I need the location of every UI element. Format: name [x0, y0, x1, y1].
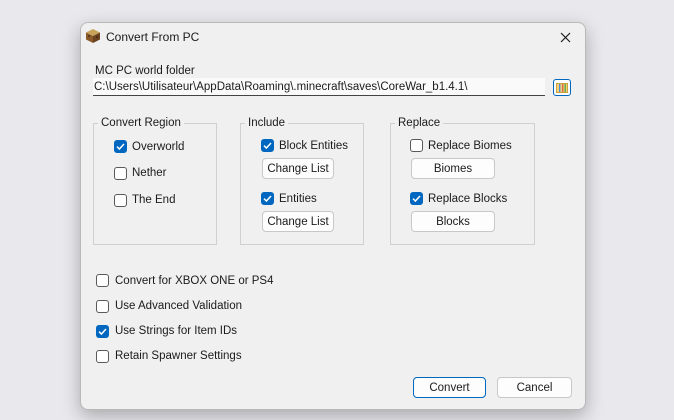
replace-blocks-checkbox[interactable]	[410, 192, 423, 205]
browse-folder-button[interactable]	[553, 79, 571, 96]
the-end-checkbox[interactable]	[114, 194, 127, 207]
world-folder-input[interactable]	[93, 78, 545, 96]
world-folder-label: MC PC world folder	[95, 65, 195, 77]
entities-checkbox[interactable]	[261, 192, 274, 205]
the-end-label: The End	[132, 194, 176, 206]
retain-spawner-label: Retain Spawner Settings	[115, 350, 242, 362]
convert-button[interactable]: Convert	[413, 377, 486, 398]
close-icon	[560, 32, 570, 42]
convert-dialog: Convert From PC MC PC world folder Conve…	[80, 22, 586, 410]
strings-item-ids-checkbox[interactable]	[96, 325, 109, 338]
entities-label: Entities	[279, 193, 317, 205]
window-title: Convert From PC	[106, 30, 200, 44]
close-button[interactable]	[551, 26, 579, 48]
overworld-checkbox[interactable]	[114, 140, 127, 153]
advanced-validation-label: Use Advanced Validation	[115, 300, 243, 312]
replace-blocks-label: Replace Blocks	[428, 193, 508, 205]
blocks-button[interactable]: Blocks	[411, 211, 495, 232]
convert-console-label: Convert for XBOX ONE or PS4	[115, 275, 274, 287]
entities-change-list-button[interactable]: Change List	[262, 211, 334, 232]
replace-title: Replace	[395, 117, 444, 129]
title-bar: Convert From PC	[81, 23, 585, 51]
advanced-validation-checkbox[interactable]	[96, 300, 109, 313]
overworld-label: Overworld	[132, 141, 185, 153]
convert-region-title: Convert Region	[98, 117, 184, 129]
convert-console-checkbox[interactable]	[96, 274, 109, 287]
nether-checkbox[interactable]	[114, 167, 127, 180]
strings-item-ids-label: Use Strings for Item IDs	[115, 325, 238, 337]
replace-biomes-label: Replace Biomes	[428, 140, 512, 152]
biomes-button[interactable]: Biomes	[411, 158, 495, 179]
cancel-button[interactable]: Cancel	[497, 377, 572, 398]
block-entities-label: Block Entities	[279, 140, 349, 152]
retain-spawner-checkbox[interactable]	[96, 350, 109, 363]
block-entities-checkbox[interactable]	[261, 139, 274, 152]
block-entities-change-list-button[interactable]: Change List	[262, 158, 334, 179]
replace-biomes-checkbox[interactable]	[410, 139, 423, 152]
nether-label: Nether	[132, 167, 167, 179]
include-title: Include	[245, 117, 289, 129]
minecraft-block-icon	[86, 29, 100, 43]
folder-browse-icon	[556, 83, 568, 93]
